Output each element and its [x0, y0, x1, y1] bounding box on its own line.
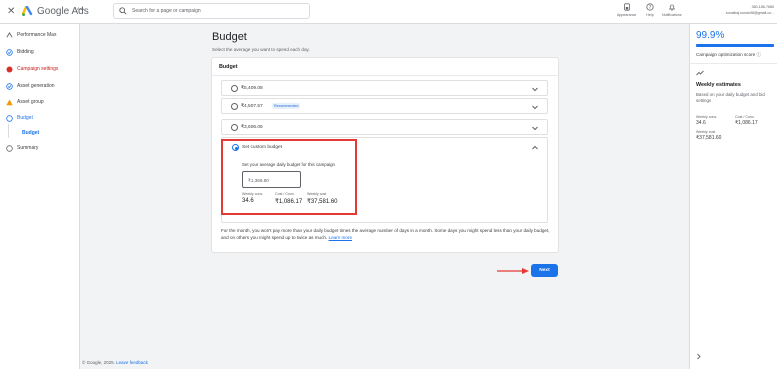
score-label: Campaign optimization score ⓘ — [696, 52, 761, 58]
warning-icon — [6, 99, 13, 105]
radio-button[interactable] — [231, 85, 238, 92]
nav-label: Budget — [17, 115, 33, 121]
weekly-estimates-title: Weekly estimates — [696, 82, 741, 88]
nav-item-budget[interactable]: Budget — [6, 113, 33, 123]
highlight-box — [221, 139, 357, 215]
budget-note: For the month, you won't pay more than y… — [221, 227, 557, 241]
check-circle-icon — [6, 48, 13, 56]
top-bar: ✕ Google Ads Ads Search for a page or ca… — [0, 0, 777, 24]
page-subtitle: Select the average you want to spend eac… — [212, 47, 310, 52]
open-circle-icon — [6, 114, 13, 122]
chevron-down-icon[interactable] — [531, 124, 539, 132]
budget-value: ₹3,606.06 — [241, 125, 263, 130]
trending-icon — [696, 70, 704, 76]
budget-option-3[interactable]: ₹3,606.06 — [221, 119, 548, 135]
stat-weekly-cost: Weekly cost ₹37,581.60 — [696, 130, 721, 141]
search-icon — [119, 7, 127, 15]
close-icon[interactable]: ✕ — [7, 5, 15, 19]
stat-label: Weekly conv. — [696, 115, 718, 119]
nav-label: Performance Max — [17, 32, 57, 38]
weekly-estimates-description: Based on your daily budget and bid setti… — [696, 92, 765, 103]
page-title: Budget — [212, 31, 247, 43]
right-panel: 99.9% Campaign optimization score ⓘ Week… — [689, 24, 777, 369]
budget-note-text: For the month, you won't pay more than y… — [221, 228, 550, 240]
recommended-badge: Recommended — [272, 103, 301, 109]
left-nav: Performance Max Bidding Campaign setting… — [0, 24, 80, 369]
chevron-right-icon[interactable] — [695, 353, 702, 360]
nav-item-summary[interactable]: Summary — [6, 143, 38, 153]
card-title: Budget — [219, 64, 238, 70]
budget-value: ₹4,507.57 — [241, 104, 263, 109]
info-icon[interactable]: ⓘ — [757, 52, 762, 57]
help-label: Help — [646, 13, 654, 17]
nav-item-asset-group[interactable]: Asset group — [6, 97, 44, 107]
nav-label: Asset generation — [17, 83, 55, 89]
copyright: © Google, 2025. — [82, 360, 115, 365]
stat-label: Cost / Conv. — [735, 115, 755, 119]
appearance-button[interactable]: Appearance — [617, 3, 636, 17]
budget-value: ₹5,409.08 — [241, 86, 263, 91]
nav-item-bidding[interactable]: Bidding — [6, 47, 34, 57]
divider — [690, 63, 777, 64]
chevron-up-icon[interactable] — [531, 144, 539, 152]
nav-sub-item-budget[interactable]: Budget — [22, 130, 39, 136]
check-circle-icon — [6, 82, 13, 90]
help-button[interactable]: ? Help — [646, 3, 654, 17]
account-switcher[interactable]: 380-186-7685 sonaliraj.kundu98@gmail.co.… — [696, 5, 774, 15]
divider — [212, 75, 558, 76]
nav-label: Bidding — [17, 49, 34, 55]
nav-label: Asset group — [17, 99, 44, 105]
stat-label: Weekly cost — [696, 130, 716, 134]
next-button[interactable]: Next — [531, 264, 558, 277]
help-icon: ? — [646, 3, 654, 11]
account-email: sonaliraj.kundu98@gmail.co... — [725, 11, 774, 15]
nav-item-asset-generation[interactable]: Asset generation — [6, 81, 55, 91]
stat-cost-per-conv: Cost / Conv. ₹1,086.17 — [735, 115, 758, 126]
stat-weekly-conv: Weekly conv. 34.6 — [696, 115, 717, 126]
nav-item-campaign-settings[interactable]: Campaign settings — [6, 64, 58, 74]
error-dot-icon — [6, 66, 13, 72]
search-placeholder[interactable]: Search for a page or campaign — [132, 8, 201, 14]
nav-item-performance-max[interactable]: Performance Max — [6, 30, 56, 40]
notifications-label: Notifications — [662, 13, 682, 17]
footer: © Google, 2025. Leave feedback — [82, 360, 148, 365]
bell-icon — [668, 4, 675, 11]
optimization-score: 99.9% — [696, 30, 725, 41]
stat-value: ₹37,581.60 — [696, 135, 722, 141]
search-box[interactable]: Search for a page or campaign — [113, 3, 310, 19]
account-id: 380-186-7685 — [751, 5, 774, 9]
learn-more-link[interactable]: Learn more — [329, 235, 353, 240]
radio-button[interactable] — [231, 103, 238, 110]
radio-button[interactable] — [231, 124, 238, 131]
appearance-icon — [623, 3, 630, 11]
notifications-button[interactable]: Notifications — [662, 3, 682, 17]
score-bar-fill — [696, 44, 774, 47]
budget-option-1[interactable]: ₹5,409.08 — [221, 80, 548, 96]
nav-sub-indicator — [8, 124, 9, 138]
brand-sub: Ads — [77, 6, 84, 11]
google-ads-logo-icon — [22, 6, 33, 16]
chevron-down-icon[interactable] — [531, 85, 539, 93]
arrow-right-icon — [497, 268, 529, 274]
performance-icon — [6, 31, 13, 37]
budget-option-2[interactable]: ₹4,507.57 Recommended — [221, 98, 548, 114]
appearance-label: Appearance — [617, 13, 637, 17]
nav-label: Summary — [17, 145, 39, 151]
score-label-text: Campaign optimization score — [696, 52, 756, 57]
stat-value: 34.6 — [696, 120, 706, 126]
open-circle-icon — [6, 144, 13, 152]
chevron-down-icon[interactable] — [531, 103, 539, 111]
nav-label: Campaign settings — [17, 66, 59, 72]
leave-feedback-link[interactable]: Leave feedback — [116, 360, 148, 365]
score-bar — [696, 44, 774, 47]
stat-value: ₹1,086.17 — [735, 120, 758, 126]
